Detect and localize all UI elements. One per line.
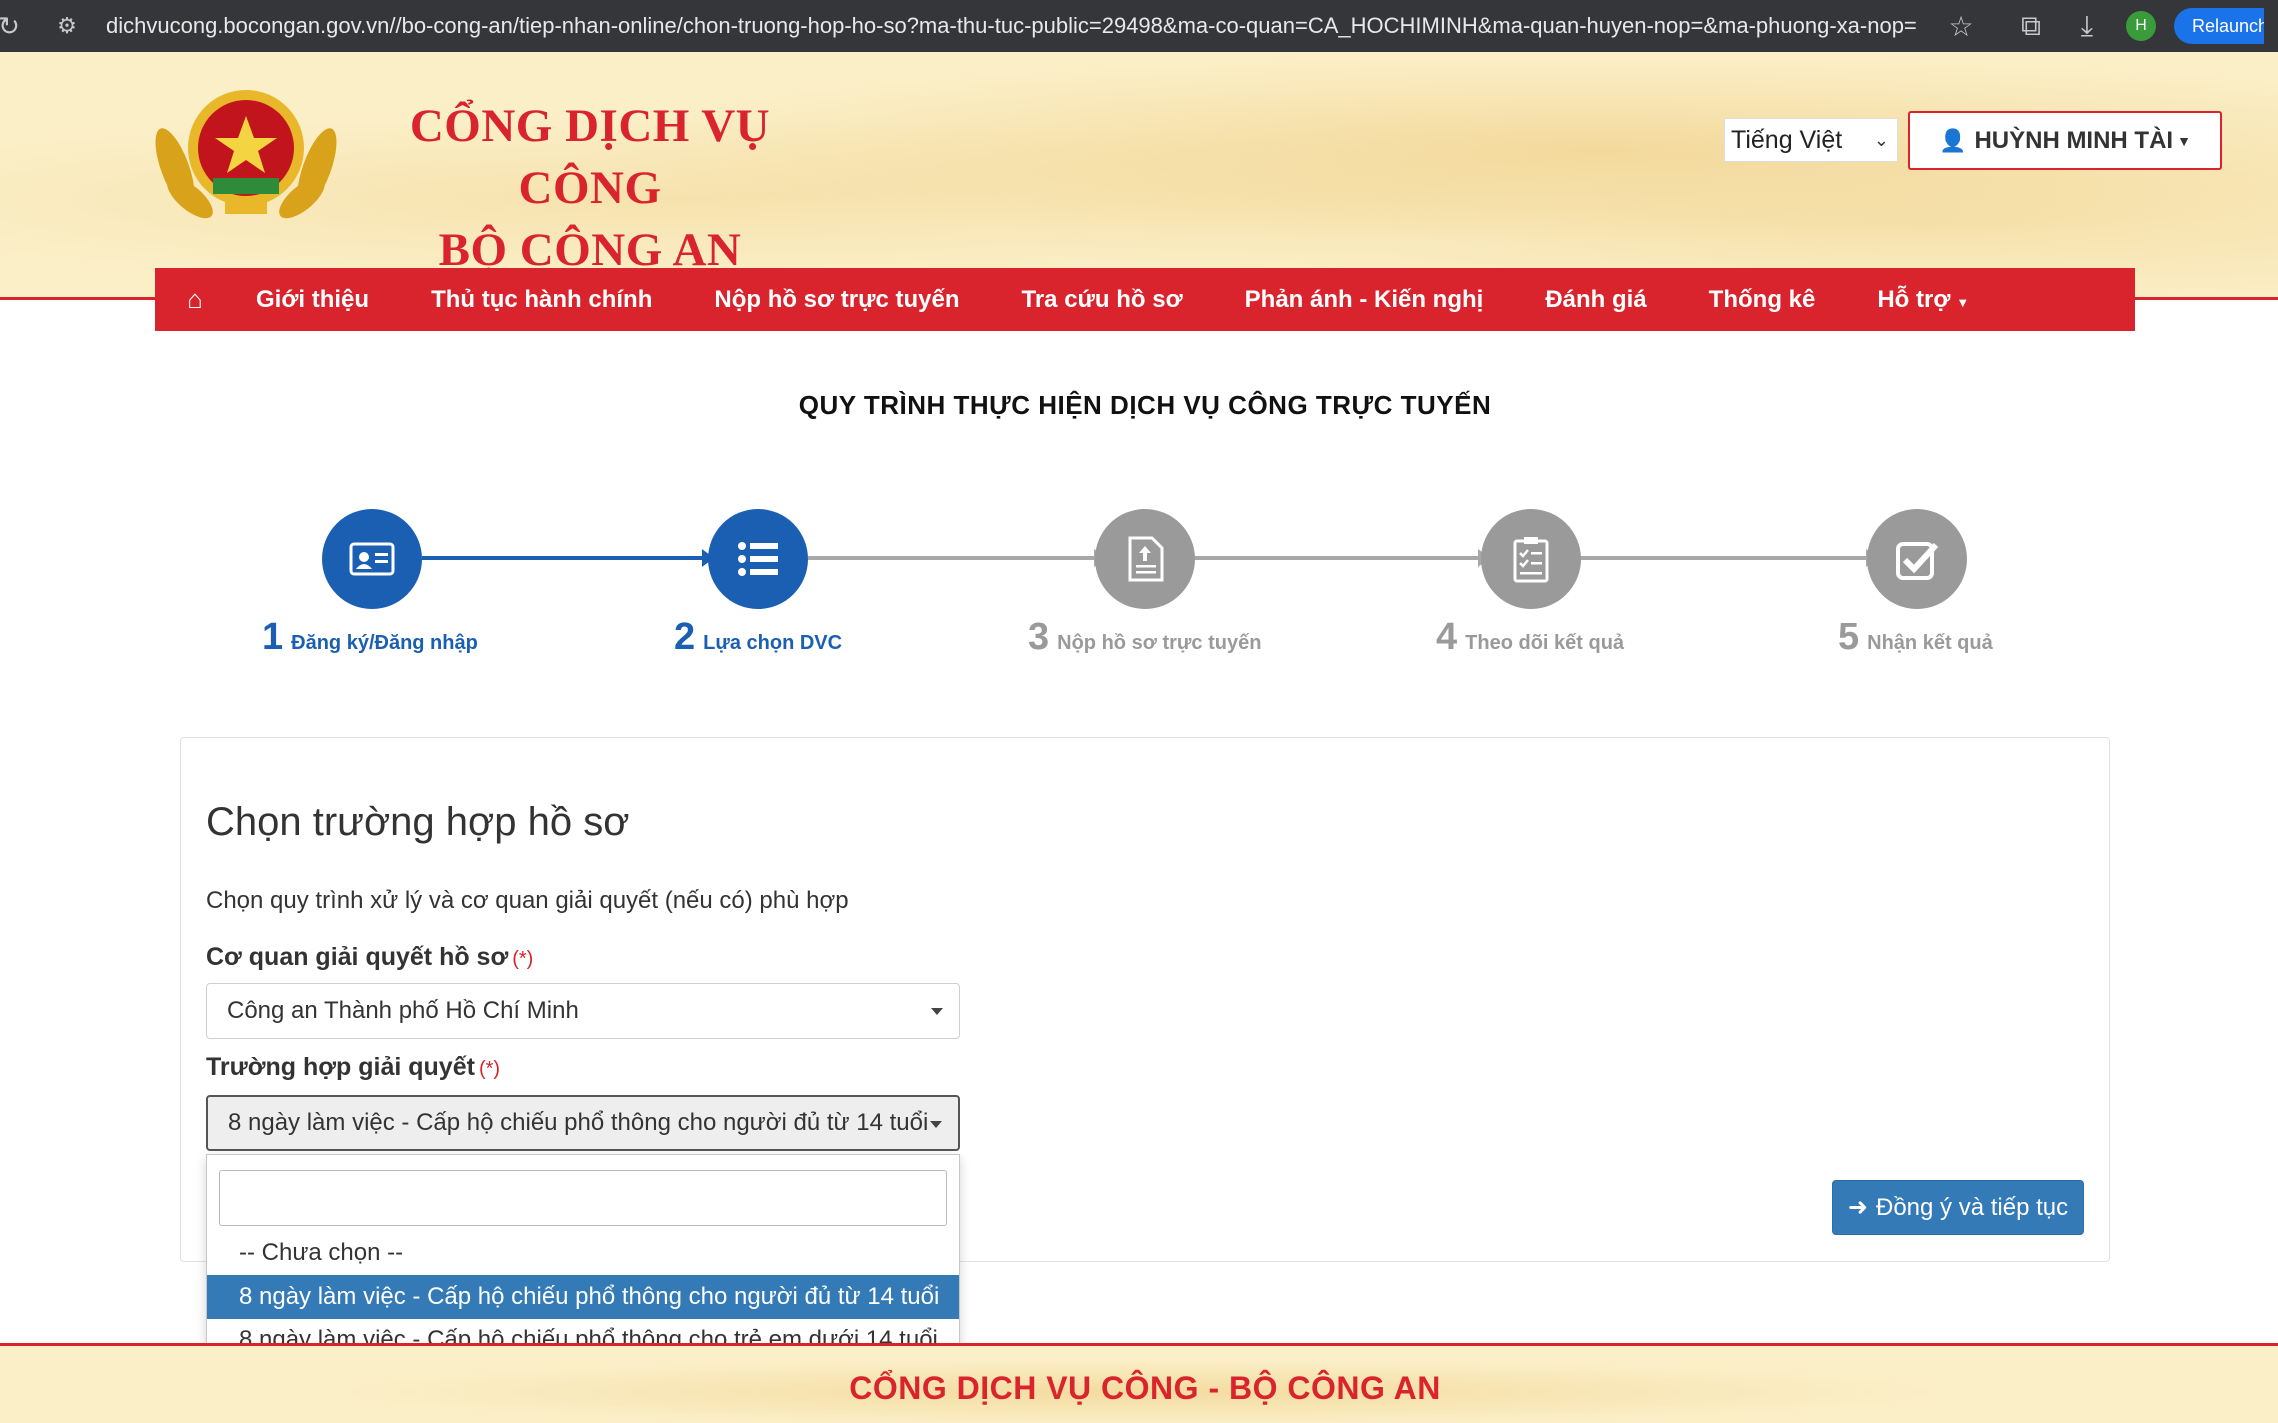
- id-card-icon: [349, 542, 395, 576]
- step-5-circle: [1867, 509, 1967, 609]
- step-connector: [1192, 556, 1482, 560]
- agency-select-value: Công an Thành phố Hồ Chí Minh: [227, 997, 579, 1024]
- step-connector: [1580, 556, 1870, 560]
- case-label: Trường hợp giải quyết (*): [206, 1053, 500, 1082]
- step-connector: [808, 556, 1098, 560]
- checklist-icon: [1513, 537, 1549, 583]
- nav-item-thong-ke[interactable]: Thống kê: [1678, 286, 1847, 314]
- step-number: 3: [1028, 616, 1050, 658]
- step-text: Theo dõi kết quả: [1465, 632, 1625, 654]
- checkbox-icon: [1896, 542, 1939, 580]
- arrow-right-icon: ➜: [1847, 1194, 1868, 1221]
- step-3-circle: [1095, 509, 1195, 609]
- police-emblem-logo: [155, 90, 337, 219]
- case-select[interactable]: 8 ngày làm việc - Cấp hộ chiếu phổ thông…: [206, 1095, 960, 1151]
- nav-item-tra-cuu[interactable]: Tra cứu hồ sơ: [991, 286, 1214, 314]
- step-4-label: 4 Theo dõi kết quả: [1436, 616, 1624, 659]
- language-select[interactable]: Tiếng Việt ⌄: [1724, 118, 1898, 162]
- nav-item-ho-tro[interactable]: Hỗ trợ ▼: [1846, 286, 2000, 314]
- nav-item-nop-ho-so[interactable]: Nộp hồ sơ trực tuyến: [683, 286, 990, 314]
- step-text: Lựa chọn DVC: [703, 632, 843, 654]
- required-mark: (*): [478, 1058, 501, 1080]
- relaunch-button[interactable]: Relaunch: [2174, 8, 2264, 44]
- required-mark: (*): [512, 948, 534, 970]
- site-header: [0, 52, 2278, 297]
- nav-item-phan-anh[interactable]: Phản ánh - Kiến nghị: [1214, 286, 1515, 314]
- site-info-icon[interactable]: ⚙: [52, 13, 82, 39]
- address-bar[interactable]: dichvucong.bocongan.gov.vn//bo-cong-an/t…: [106, 13, 1936, 39]
- case-select-value: 8 ngày làm việc - Cấp hộ chiếu phổ thông…: [228, 1109, 929, 1136]
- nav-item-gioi-thieu[interactable]: Giới thiệu: [225, 286, 400, 314]
- user-icon: 👤: [1939, 127, 1967, 153]
- agency-select[interactable]: Công an Thành phố Hồ Chí Minh: [206, 983, 960, 1039]
- document-upload-icon: [1128, 536, 1164, 582]
- step-text: Đăng ký/Đăng nhập: [291, 632, 478, 654]
- bookmark-star-icon[interactable]: ☆: [1936, 10, 1986, 43]
- step-4-circle: [1481, 509, 1581, 609]
- step-5-label: 5 Nhận kết quả: [1838, 616, 1993, 659]
- continue-button-label: Đồng ý và tiếp tục: [1876, 1193, 2069, 1221]
- step-2-circle: [708, 509, 808, 609]
- chevron-down-icon: ⌄: [1873, 129, 1889, 150]
- nav-item-thu-tuc-hanh-chinh[interactable]: Thủ tục hành chính: [400, 286, 683, 314]
- dropdown-arrow-icon: [930, 1121, 942, 1128]
- step-text: Nộp hồ sơ trực tuyến: [1057, 632, 1262, 654]
- dropdown-option[interactable]: -- Chưa chọn --: [207, 1231, 959, 1275]
- step-2-label: 2 Lựa chọn DVC: [674, 616, 842, 659]
- step-connector: [422, 556, 704, 560]
- caret-down-icon: ▼: [2177, 132, 2191, 149]
- dropdown-arrow-icon: [931, 1008, 943, 1015]
- dropdown-option-selected[interactable]: 8 ngày làm việc - Cấp hộ chiếu phổ thông…: [207, 1275, 959, 1319]
- dropdown-search-input[interactable]: [219, 1170, 947, 1226]
- home-icon[interactable]: ⌂: [165, 284, 225, 315]
- agency-label-text: Cơ quan giải quyết hồ sơ: [206, 943, 509, 971]
- panel-description: Chọn quy trình xử lý và cơ quan giải quy…: [206, 887, 849, 914]
- nav-item-ho-tro-label: Hỗ trợ: [1877, 285, 1951, 313]
- extensions-icon[interactable]: ⧉: [2006, 10, 2056, 43]
- browser-toolbar: ↻ ⚙ dichvucong.bocongan.gov.vn//bo-cong-…: [0, 0, 2278, 52]
- process-title: QUY TRÌNH THỰC HIỆN DỊCH VỤ CÔNG TRỰC TU…: [798, 390, 1492, 420]
- user-menu-button[interactable]: 👤 HUỲNH MINH TÀI ▼: [1908, 111, 2222, 170]
- case-dropdown-menu: -- Chưa chọn -- 8 ngày làm việc - Cấp hộ…: [206, 1154, 960, 1369]
- step-number: 4: [1436, 616, 1458, 658]
- process-steps: 1 Đăng ký/Đăng nhập 2 Lựa chọn DVC 3 Nộp…: [0, 500, 2278, 670]
- site-title[interactable]: CỔNG DỊCH VỤ CÔNG BỘ CÔNG AN: [370, 95, 810, 281]
- step-text: Nhận kết quả: [1867, 632, 1993, 654]
- step-1-label: 1 Đăng ký/Đăng nhập: [262, 616, 478, 659]
- step-number: 2: [674, 616, 696, 658]
- profile-avatar[interactable]: H: [2126, 11, 2156, 41]
- footer-title: CỔNG DỊCH VỤ CÔNG - BỘ CÔNG AN: [849, 1370, 1441, 1406]
- list-icon: [738, 542, 778, 576]
- site-title-line1: CỔNG DỊCH VỤ CÔNG: [409, 100, 771, 214]
- case-label-text: Trường hợp giải quyết: [206, 1053, 475, 1081]
- agency-label: Cơ quan giải quyết hồ sơ (*): [206, 943, 533, 972]
- step-number: 5: [1838, 616, 1860, 658]
- nav-item-danh-gia[interactable]: Đánh giá: [1514, 286, 1677, 314]
- main-navigation: ⌂ Giới thiệu Thủ tục hành chính Nộp hồ s…: [155, 268, 2135, 331]
- step-3-label: 3 Nộp hồ sơ trực tuyến: [1028, 616, 1261, 659]
- panel-title: Chọn trường hợp hồ sơ: [206, 800, 630, 844]
- step-1-circle: [322, 509, 422, 609]
- step-number: 1: [262, 616, 284, 658]
- reload-icon[interactable]: ↻: [0, 11, 24, 42]
- caret-down-icon: ▼: [1956, 294, 1970, 310]
- language-value: Tiếng Việt: [1731, 125, 1843, 154]
- continue-button[interactable]: ➜ Đồng ý và tiếp tục: [1832, 1180, 2084, 1235]
- user-name: HUỲNH MINH TÀI: [1974, 126, 2174, 154]
- download-icon[interactable]: ⤓: [2062, 10, 2112, 43]
